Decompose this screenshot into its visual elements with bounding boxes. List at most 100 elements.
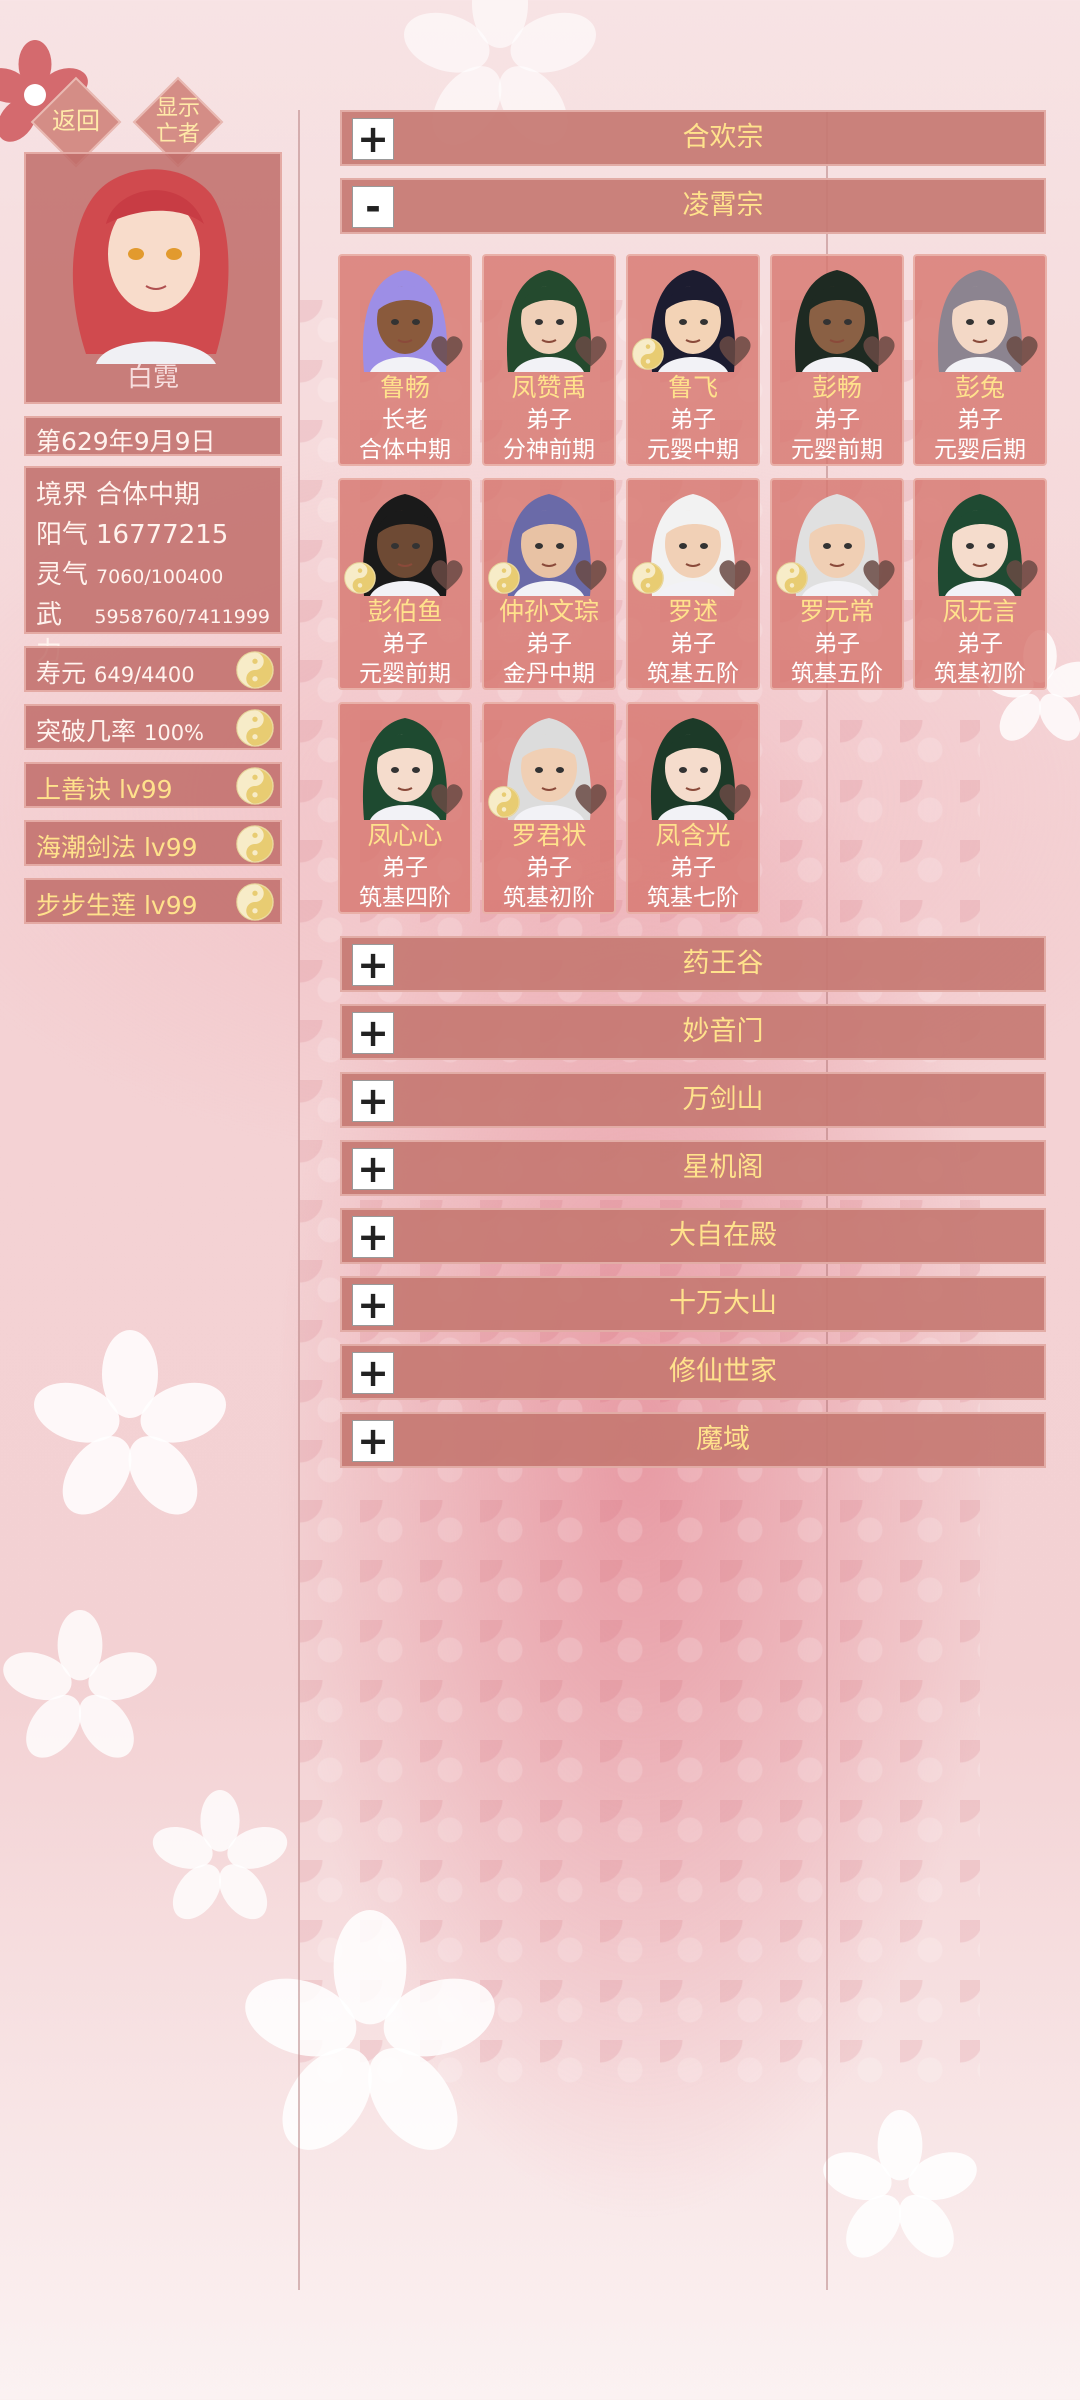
member-role: 弟子: [670, 407, 716, 433]
heart-icon[interactable]: [572, 558, 610, 592]
toggle-symbol: +: [357, 1215, 389, 1259]
player-attribute-1[interactable]: 突破几率 100%: [24, 704, 282, 750]
attribute-value: 100%: [143, 721, 205, 745]
member-card[interactable]: 鲁飞 弟子 元婴中期: [626, 254, 760, 466]
stat-spirit-qi: 灵气 7060/100400: [36, 560, 224, 590]
sect-name: 十万大山: [669, 1288, 777, 1319]
heart-icon[interactable]: [860, 558, 898, 592]
expand-button[interactable]: +: [352, 1216, 394, 1258]
heart-icon[interactable]: [428, 782, 466, 816]
attribute-label: 步步生莲: [36, 891, 137, 920]
yin-yang-badge-icon: [344, 562, 376, 594]
member-name: 鲁飞: [667, 373, 718, 402]
member-role: 弟子: [526, 407, 572, 433]
collapse-button[interactable]: -: [352, 186, 394, 228]
expand-button[interactable]: +: [352, 944, 394, 986]
sect-row[interactable]: + 大自在殿: [340, 1208, 1046, 1264]
member-name: 鲁畅: [379, 373, 430, 402]
sect-row[interactable]: + 十万大山: [340, 1276, 1046, 1332]
player-attribute-3[interactable]: 海潮剑法 lv99: [24, 820, 282, 866]
toggle-symbol: +: [357, 1011, 389, 1055]
sect-row[interactable]: + 魔域: [340, 1412, 1046, 1468]
heart-icon[interactable]: [716, 782, 754, 816]
player-attribute-4[interactable]: 步步生莲 lv99: [24, 878, 282, 924]
sect-row[interactable]: + 妙音门: [340, 1004, 1046, 1060]
member-role: 长老: [382, 407, 428, 433]
expand-button[interactable]: +: [352, 1012, 394, 1054]
attribute-value: lv99: [118, 775, 173, 804]
heart-icon[interactable]: [428, 558, 466, 592]
heart-icon[interactable]: [716, 558, 754, 592]
attribute-label: 海潮剑法: [36, 833, 137, 862]
member-name: 彭伯鱼: [367, 597, 443, 626]
member-name: 罗元常: [799, 597, 875, 626]
member-card[interactable]: 凤赞禹 弟子 分神前期: [482, 254, 616, 466]
member-card[interactable]: 罗述 弟子 筑基五阶: [626, 478, 760, 690]
player-stats-panel: 境界合体中期 阳气16777215 灵气7060/100400 武力595876…: [24, 466, 282, 667]
back-button-label: 返回: [52, 107, 100, 135]
member-card[interactable]: 凤心心 弟子 筑基四阶: [338, 702, 472, 914]
background-flower-icon: [34, 1330, 226, 1515]
member-realm: 元婴中期: [647, 437, 739, 463]
heart-icon[interactable]: [1003, 334, 1041, 368]
attribute-label: 突破几率: [36, 717, 137, 746]
background-flower-icon: [245, 1910, 495, 2150]
heart-icon[interactable]: [572, 782, 610, 816]
member-name: 仲孙文琮: [498, 597, 599, 626]
background-flower-icon: [3, 1610, 157, 1758]
member-card[interactable]: 罗元常 弟子 筑基五阶: [770, 478, 904, 690]
member-card[interactable]: 彭兔 弟子 元婴后期: [913, 254, 1047, 466]
member-name: 凤心心: [367, 821, 443, 850]
member-card[interactable]: 彭畅 弟子 元婴前期: [770, 254, 904, 466]
toggle-symbol: +: [357, 1079, 389, 1123]
heart-icon[interactable]: [428, 334, 466, 368]
toggle-symbol: +: [357, 943, 389, 987]
expand-button[interactable]: +: [352, 1352, 394, 1394]
yin-yang-badge-icon: [488, 786, 520, 818]
attribute-value: lv99: [143, 891, 198, 920]
heart-icon[interactable]: [1003, 558, 1041, 592]
player-name: 白霓: [126, 363, 179, 393]
member-card[interactable]: 凤无言 弟子 筑基初阶: [913, 478, 1047, 690]
sect-row[interactable]: + 药王谷: [340, 936, 1046, 992]
player-attribute-2[interactable]: 上善诀 lv99: [24, 762, 282, 808]
member-card[interactable]: 仲孙文琮 弟子 金丹中期: [482, 478, 616, 690]
player-avatar: [72, 169, 229, 364]
member-card[interactable]: 彭伯鱼 弟子 元婴前期: [338, 478, 472, 690]
heart-icon[interactable]: [716, 334, 754, 368]
expand-button[interactable]: +: [352, 1420, 394, 1462]
member-name: 彭畅: [811, 373, 862, 402]
expand-button[interactable]: +: [352, 1080, 394, 1122]
member-role: 弟子: [526, 855, 572, 881]
heart-icon[interactable]: [860, 334, 898, 368]
expand-button[interactable]: +: [352, 1148, 394, 1190]
sect-row[interactable]: + 万剑山: [340, 1072, 1046, 1128]
member-realm: 筑基初阶: [934, 661, 1026, 687]
sect-row[interactable]: + 星机阁: [340, 1140, 1046, 1196]
expand-button[interactable]: +: [352, 118, 394, 160]
sect-name: 合欢宗: [682, 122, 764, 153]
member-role: 弟子: [382, 631, 428, 657]
member-realm: 金丹中期: [503, 661, 595, 687]
member-name: 凤赞禹: [511, 373, 587, 402]
member-card[interactable]: 凤含光 弟子 筑基七阶: [626, 702, 760, 914]
member-realm: 筑基五阶: [647, 661, 739, 687]
background-flower-icon: [823, 2110, 977, 2258]
sect-row[interactable]: + 合欢宗: [340, 110, 1046, 166]
yin-yang-icon: [236, 883, 274, 921]
member-card[interactable]: 鲁畅 长老 合体中期: [338, 254, 472, 466]
member-realm: 筑基四阶: [359, 885, 451, 911]
player-portrait-panel: 白霓: [24, 152, 282, 404]
yin-yang-badge-icon: [632, 338, 664, 370]
member-name: 凤含光: [655, 821, 731, 850]
sect-row[interactable]: - 凌霄宗: [340, 178, 1046, 234]
heart-icon[interactable]: [572, 334, 610, 368]
yin-yang-badge-icon: [776, 562, 808, 594]
expand-button[interactable]: +: [352, 1284, 394, 1326]
member-card[interactable]: 罗君状 弟子 筑基初阶: [482, 702, 616, 914]
sect-name: 万剑山: [682, 1084, 764, 1115]
player-attribute-0[interactable]: 寿元 649/4400: [24, 646, 282, 692]
sect-row[interactable]: + 修仙世家: [340, 1344, 1046, 1400]
member-role: 弟子: [670, 631, 716, 657]
show-dead-label-line2: 亡者: [155, 122, 200, 147]
